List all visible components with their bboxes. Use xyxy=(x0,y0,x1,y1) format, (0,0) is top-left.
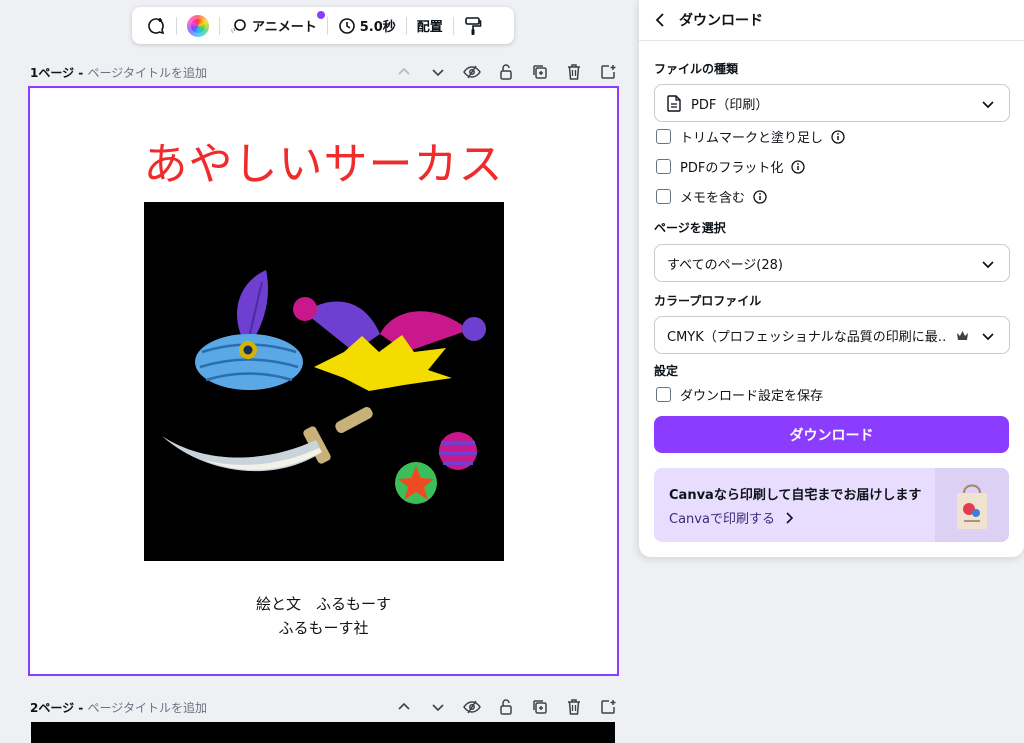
book-title[interactable]: あやしいサーカス xyxy=(30,128,617,192)
download-button[interactable]: ダウンロード xyxy=(654,416,1009,453)
clock-icon xyxy=(338,17,356,35)
toolbar-divider xyxy=(219,16,220,35)
pages-label: ページを選択 xyxy=(654,221,726,235)
print-promo-card[interactable]: Canvaなら印刷して自宅までお届けします Canvaで印刷する xyxy=(654,468,1009,542)
color-profile-value: CMYK（プロフェッショナルな品質の印刷に最… xyxy=(667,329,947,345)
lock-open-icon[interactable] xyxy=(496,697,516,717)
info-icon[interactable] xyxy=(791,159,805,174)
page-2-canvas[interactable] xyxy=(31,722,615,743)
page-2-label: 2ページ - xyxy=(30,700,88,715)
duplicate-icon[interactable] xyxy=(530,697,550,717)
toolbar-divider xyxy=(452,16,454,35)
promo-link-label: Canvaで印刷する xyxy=(669,512,775,527)
lock-open-icon[interactable] xyxy=(496,62,516,82)
position-button[interactable]: 配置 xyxy=(411,7,449,44)
back-arrow-icon[interactable] xyxy=(655,13,665,27)
chevron-down-icon xyxy=(981,329,995,347)
color-wheel-icon xyxy=(187,14,209,37)
comment-add-button[interactable] xyxy=(140,7,172,44)
trim-marks-label: トリムマークと塗り足し xyxy=(680,131,824,146)
chevron-down-icon xyxy=(981,257,995,275)
tote-bag-image xyxy=(935,468,1009,542)
save-settings-label: ダウンロード設定を保存 xyxy=(680,389,824,404)
toolbar-divider xyxy=(326,16,328,35)
chevron-up-icon[interactable] xyxy=(394,697,414,717)
toolbar-divider xyxy=(405,16,407,35)
credit-author[interactable]: 絵と文 ふるもーす xyxy=(30,593,617,614)
promo-title: Canvaなら印刷して自宅までお届けします xyxy=(669,488,922,503)
trash-icon[interactable] xyxy=(564,697,584,717)
info-icon[interactable] xyxy=(831,129,845,144)
copy-style-button[interactable] xyxy=(458,7,488,44)
flatten-pdf-label: PDFのフラット化 xyxy=(680,161,784,176)
animate-button[interactable]: アニメート xyxy=(224,7,325,44)
credit-publisher[interactable]: ふるもーす社 xyxy=(30,617,617,638)
option-flatten-pdf[interactable]: PDFのフラット化 xyxy=(656,157,805,176)
panel-title: ダウンロード xyxy=(679,13,763,29)
trash-icon[interactable] xyxy=(564,62,584,82)
page-1-header: 1ページ - ページタイトルを追加 xyxy=(30,62,618,82)
page-1-title[interactable]: 1ページ - ページタイトルを追加 xyxy=(30,64,207,81)
paint-roller-icon xyxy=(464,16,482,36)
trim-marks-checkbox[interactable] xyxy=(656,129,671,144)
animate-label: アニメート xyxy=(252,20,317,35)
duplicate-icon[interactable] xyxy=(530,62,550,82)
option-save-settings[interactable]: ダウンロード設定を保存 xyxy=(656,385,823,404)
eye-hide-icon[interactable] xyxy=(462,62,482,82)
circus-illustration[interactable] xyxy=(144,202,504,561)
page-1-canvas[interactable]: あやしいサーカス 絵と文 ふるもーす ふるもーす社 xyxy=(28,86,619,676)
page-2-title[interactable]: 2ページ - ページタイトルを追加 xyxy=(30,699,207,716)
file-type-value: PDF（印刷） xyxy=(691,97,769,113)
speech-bubble-plus-icon xyxy=(146,16,166,36)
settings-label: 設定 xyxy=(654,364,679,378)
animate-icon xyxy=(230,17,248,35)
file-type-select[interactable]: PDF（印刷） xyxy=(654,84,1010,122)
crown-icon xyxy=(956,329,969,341)
include-notes-checkbox[interactable] xyxy=(656,189,671,204)
chevron-down-icon[interactable] xyxy=(428,697,448,717)
duration-button[interactable]: 5.0秒 xyxy=(332,7,402,44)
option-include-notes[interactable]: メモを含む xyxy=(656,187,767,206)
pages-select[interactable]: すべてのページ(28) xyxy=(654,244,1010,282)
panel-header: ダウンロード xyxy=(639,0,1024,41)
floating-toolbar: アニメート 5.0秒 配置 xyxy=(132,7,514,44)
toolbar-divider xyxy=(176,16,177,35)
chevron-down-icon xyxy=(981,97,995,115)
position-label: 配置 xyxy=(416,20,443,35)
include-notes-label: メモを含む xyxy=(680,191,746,206)
page-2-title-placeholder: ページタイトルを追加 xyxy=(87,700,207,715)
page-1-actions xyxy=(394,62,618,82)
info-icon[interactable] xyxy=(753,189,767,204)
page-2-actions xyxy=(394,697,618,717)
page-1-title-placeholder: ページタイトルを追加 xyxy=(87,65,207,80)
add-page-icon[interactable] xyxy=(598,697,618,717)
color-profile-label: カラープロファイル xyxy=(654,294,762,308)
save-settings-checkbox[interactable] xyxy=(656,387,671,402)
print-with-canva-link[interactable]: Canvaで印刷する xyxy=(669,508,793,527)
color-button[interactable] xyxy=(181,7,215,44)
flatten-pdf-checkbox[interactable] xyxy=(656,159,671,174)
pages-value: すべてのページ(28) xyxy=(667,257,783,273)
document-icon xyxy=(667,94,681,112)
add-page-icon[interactable] xyxy=(598,62,618,82)
option-trim-marks[interactable]: トリムマークと塗り足し xyxy=(656,127,845,146)
eye-hide-icon[interactable] xyxy=(462,697,482,717)
chevron-right-icon xyxy=(785,511,793,524)
chevron-up-icon[interactable] xyxy=(394,62,414,82)
duration-label: 5.0秒 xyxy=(359,20,396,35)
file-type-label: ファイルの種類 xyxy=(654,62,739,76)
download-panel: ダウンロード ファイルの種類 PDF（印刷） トリムマークと塗り足し PDFのフ… xyxy=(639,0,1024,557)
page-1-label: 1ページ - xyxy=(30,65,88,80)
new-badge-dot xyxy=(316,11,325,19)
color-profile-select[interactable]: CMYK（プロフェッショナルな品質の印刷に最… xyxy=(654,316,1010,354)
page-2-header: 2ページ - ページタイトルを追加 xyxy=(30,697,618,717)
chevron-down-icon[interactable] xyxy=(428,62,448,82)
